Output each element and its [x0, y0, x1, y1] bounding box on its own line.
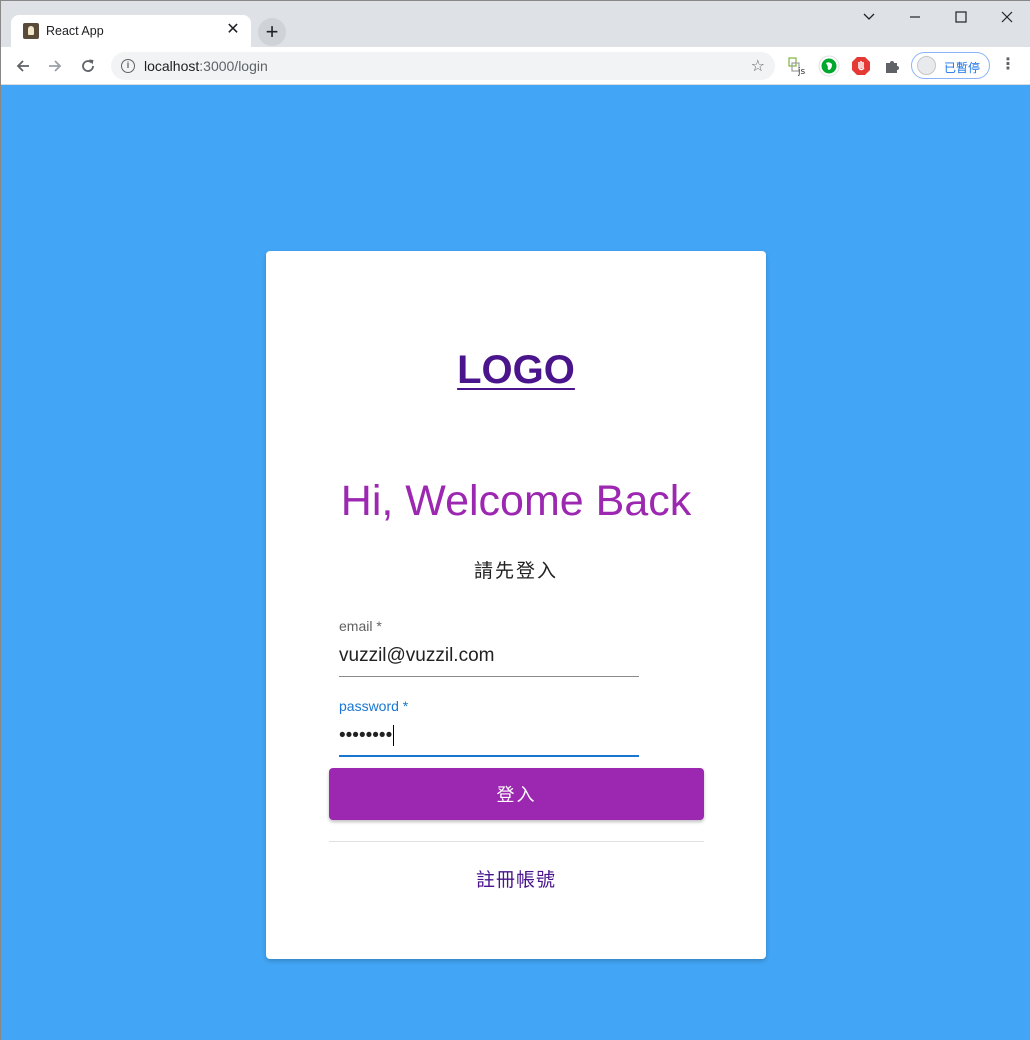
- tab-title: React App: [46, 24, 104, 38]
- password-underline: [339, 755, 639, 757]
- bookmark-star-icon[interactable]: ☆: [751, 56, 765, 76]
- window-close-icon[interactable]: [984, 5, 1030, 29]
- forward-arrow-icon[interactable]: [42, 53, 68, 79]
- divider: [329, 841, 704, 842]
- tab-search-icon[interactable]: [846, 5, 892, 29]
- site-info-icon[interactable]: i: [121, 59, 135, 73]
- minimize-icon[interactable]: [892, 5, 938, 29]
- email-input[interactable]: vuzzil@vuzzil.com: [339, 645, 639, 667]
- tab-close-icon[interactable]: ✕: [225, 22, 241, 38]
- maximize-icon[interactable]: [938, 5, 984, 29]
- browser-menu-icon[interactable]: ⋮: [999, 57, 1017, 75]
- register-link[interactable]: 註冊帳號: [266, 865, 766, 892]
- extensions-puzzle-icon[interactable]: [882, 55, 904, 77]
- text-caret: [393, 725, 395, 747]
- address-bar[interactable]: i localhost:3000/login ☆: [111, 52, 775, 80]
- login-card: LOGO Hi, Welcome Back 請先登入 email * vuzzi…: [266, 251, 766, 959]
- page-viewport: LOGO Hi, Welcome Back 請先登入 email * vuzzi…: [1, 86, 1030, 1040]
- title-bar: React App ✕ +: [1, 1, 1030, 47]
- url-text: localhost:3000/login: [144, 58, 268, 74]
- new-tab-button[interactable]: +: [258, 18, 286, 46]
- reload-icon[interactable]: [75, 53, 101, 79]
- logo-link[interactable]: LOGO: [266, 348, 766, 393]
- email-label: email *: [339, 618, 382, 634]
- password-input[interactable]: ••••••••: [339, 725, 639, 747]
- favicon-icon: [23, 23, 39, 39]
- svg-text:js: js: [797, 67, 806, 77]
- profile-button[interactable]: 已暫停: [911, 52, 990, 79]
- login-subtitle: 請先登入: [473, 561, 558, 582]
- page-title: Hi, Welcome Back: [340, 477, 692, 525]
- url-host: localhost: [144, 58, 200, 74]
- profile-status-label: 已暫停: [944, 61, 981, 75]
- adblock-extension-icon[interactable]: [850, 55, 872, 77]
- avatar: [917, 56, 936, 75]
- back-arrow-icon[interactable]: [10, 53, 36, 79]
- email-field[interactable]: email * vuzzil@vuzzil.com: [339, 617, 639, 679]
- evernote-extension-icon[interactable]: [818, 55, 840, 77]
- email-underline: [339, 676, 639, 677]
- login-button[interactable]: 登入: [329, 768, 704, 820]
- js-extension-icon[interactable]: js: [787, 55, 809, 77]
- password-value: ••••••••: [339, 725, 393, 746]
- browser-toolbar: i localhost:3000/login ☆ js 已暫停 ⋮: [1, 47, 1030, 85]
- password-field[interactable]: password * ••••••••: [339, 697, 639, 759]
- password-label: password *: [339, 698, 409, 714]
- browser-tab[interactable]: React App ✕: [11, 15, 251, 47]
- url-path: :3000/login: [199, 58, 268, 74]
- browser-window: React App ✕ + i localhost:3000/login ☆ j…: [0, 0, 1030, 1040]
